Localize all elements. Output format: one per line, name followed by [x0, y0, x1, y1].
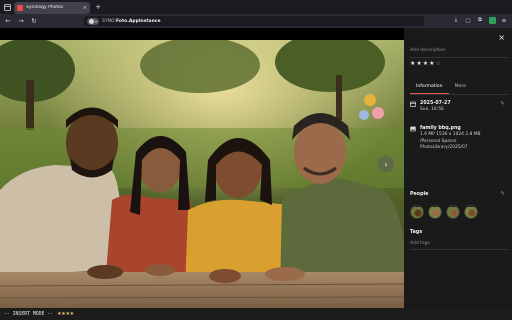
forward-arrow-icon[interactable]: →	[16, 16, 26, 26]
status-bar: -- INSERT MODE -- ★★★★	[0, 308, 512, 320]
screenshot-icon[interactable]: ⧉	[476, 16, 484, 25]
tab-information[interactable]: Information	[410, 82, 449, 94]
tags-input[interactable]: Add tags	[410, 241, 508, 250]
close-icon[interactable]: ×	[498, 33, 505, 42]
image-file-icon	[410, 126, 416, 132]
file-meta: 1.6 MP 1536 x 1024 2.8 MB	[420, 132, 481, 137]
info-panel: × Add description ★ ★ ★ ★ ☆ Information …	[404, 28, 512, 308]
address-bar[interactable]: ▾ SYNO:Foto.AppInstance	[84, 16, 424, 26]
star-1-icon[interactable]: ★	[410, 60, 415, 67]
new-tab-button[interactable]: +	[92, 1, 104, 13]
date-text: 2025-07-27	[420, 101, 451, 106]
file-path-line-1: /Personal Space/	[420, 138, 457, 144]
people-title: People	[410, 192, 429, 197]
toolbar-right: ⤓ ▢ ⧉ ≡	[452, 16, 508, 25]
file-info: family bbq.png 1.6 MP 1536 x 1024 2.8 MB…	[410, 126, 481, 151]
tags-title: Tags	[410, 230, 423, 235]
tab-close-icon[interactable]: ×	[83, 5, 87, 11]
person-avatar[interactable]	[464, 205, 478, 219]
back-arrow-icon[interactable]: ←	[3, 16, 13, 26]
star-5-icon[interactable]: ☆	[436, 60, 441, 67]
photo-viewer: › × Add description ★ ★ ★ ★ ☆ Informatio…	[0, 28, 512, 308]
extensions-icon[interactable]: ▢	[464, 16, 472, 25]
status-stars: ★★★★	[57, 311, 74, 317]
date-info: 2025-07-27 Sun, 16:56	[410, 101, 451, 113]
photo-image[interactable]	[0, 40, 404, 308]
menu-icon[interactable]: ≡	[500, 16, 508, 25]
mode-indicator: -- INSERT MODE --	[4, 311, 54, 317]
person-avatar[interactable]	[428, 205, 442, 219]
star-4-icon[interactable]: ★	[429, 60, 434, 67]
description-field[interactable]: Add description	[410, 48, 446, 53]
tab-overview-icon[interactable]	[0, 0, 14, 14]
site-icon	[89, 18, 94, 24]
edit-date-pencil-icon[interactable]: ✎	[500, 101, 505, 107]
file-name: family bbq.png	[420, 126, 461, 131]
downloads-icon[interactable]: ⤓	[452, 16, 460, 25]
rating-stars[interactable]: ★ ★ ★ ★ ☆	[410, 60, 441, 67]
synology-photos-favicon-icon	[17, 4, 23, 11]
reload-icon[interactable]: ↻	[29, 16, 39, 26]
chevron-right-icon: ›	[384, 159, 388, 169]
description-underline	[410, 57, 508, 58]
extension-green-icon[interactable]	[488, 16, 496, 25]
url-path: Foto.AppInstance	[115, 18, 161, 24]
chevron-down-icon: ▾	[95, 18, 98, 24]
tab-more[interactable]: More	[449, 82, 472, 94]
edit-people-pencil-icon[interactable]: ✎	[500, 191, 505, 197]
tab-synology-photos[interactable]: Synology Photos ×	[14, 1, 90, 14]
file-path-line-2: PhotoLibrary/2025/07	[420, 145, 468, 151]
person-avatar[interactable]	[446, 205, 460, 219]
site-identity-button[interactable]: ▾	[87, 17, 100, 25]
star-3-icon[interactable]: ★	[423, 60, 428, 67]
next-photo-button[interactable]: ›	[378, 156, 394, 172]
navigation-toolbar: ← → ↻ ▾ SYNO:Foto.AppInstance ⤓ ▢ ⧉ ≡	[0, 14, 512, 28]
panel-tabs: Information More	[410, 82, 508, 95]
tab-title: Synology Photos	[26, 5, 64, 10]
calendar-icon	[410, 101, 416, 107]
tab-strip: Synology Photos × +	[0, 0, 512, 14]
time-text: Sun, 16:56	[420, 107, 444, 112]
star-2-icon[interactable]: ★	[416, 60, 421, 67]
url-text[interactable]: SYNO:Foto.AppInstance	[102, 19, 160, 24]
url-host: SYNO:	[102, 18, 116, 24]
person-avatar[interactable]	[410, 205, 424, 219]
people-list	[410, 205, 478, 219]
